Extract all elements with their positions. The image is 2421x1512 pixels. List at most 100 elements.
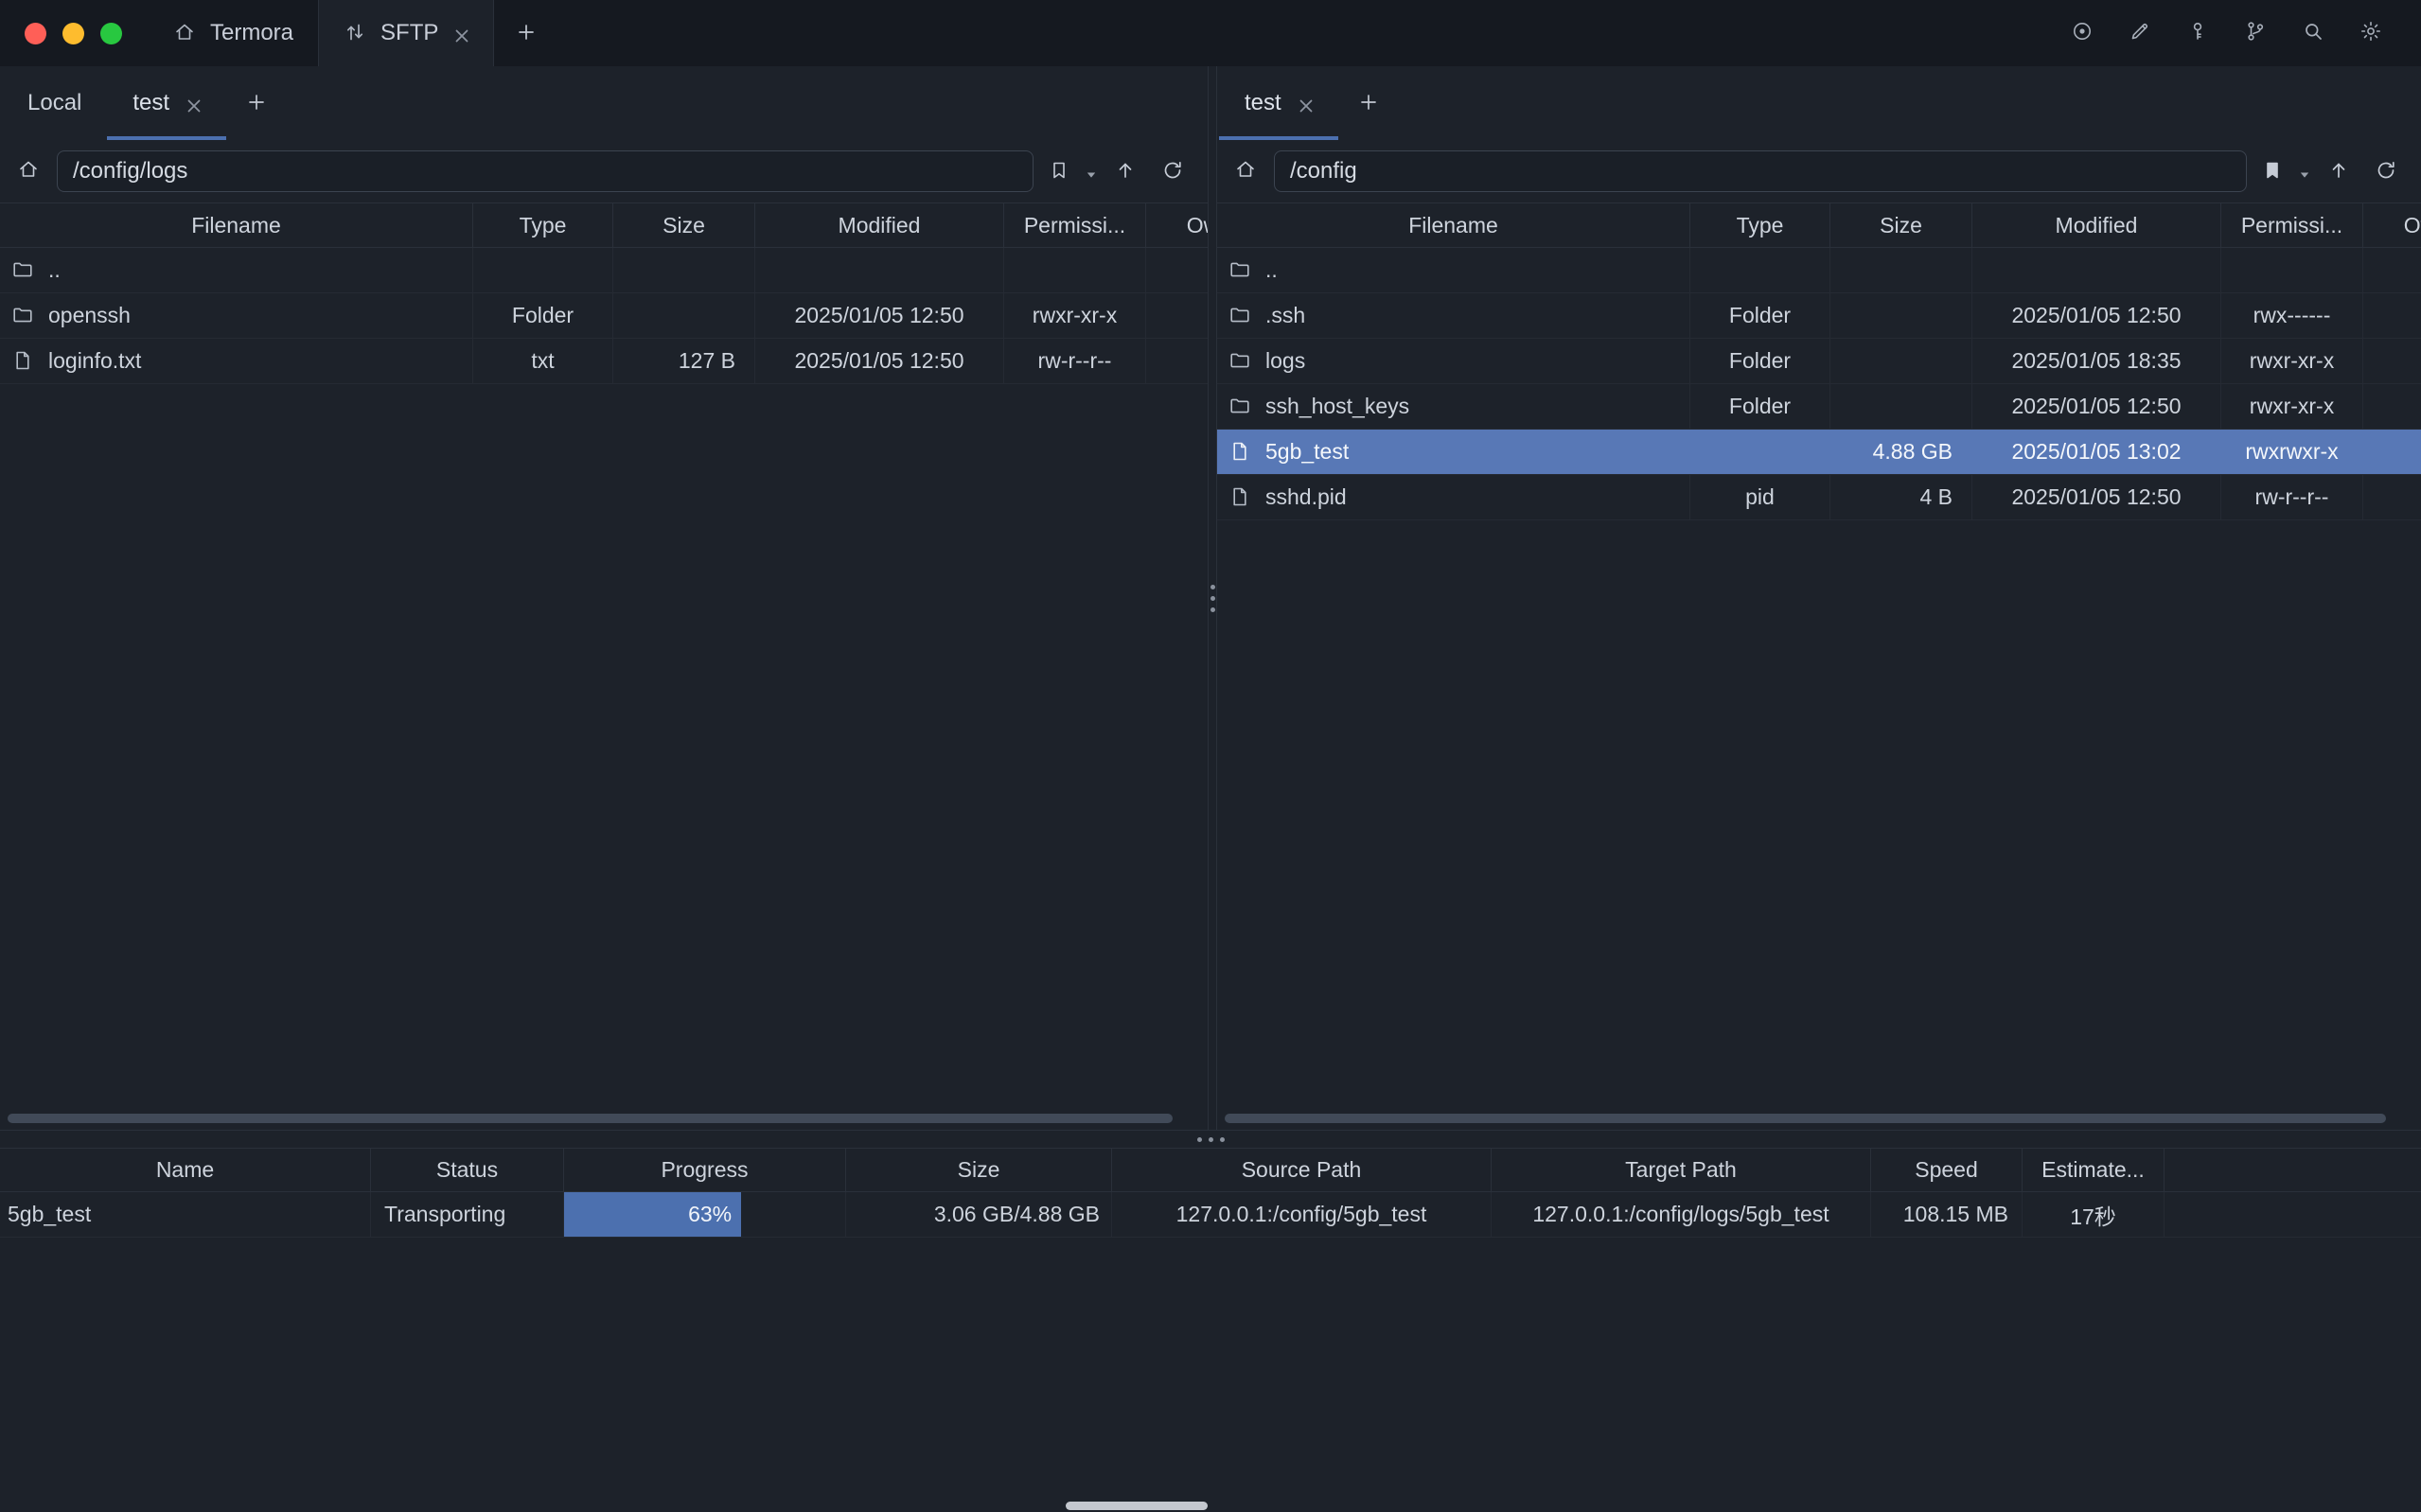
scrollbar-thumb[interactable] xyxy=(8,1114,1173,1123)
zoom-window-button[interactable] xyxy=(100,23,122,44)
sftp-split-view: Local test /config/logs xyxy=(0,66,2421,1130)
transfer-column-header-estimate[interactable]: Estimate... xyxy=(2023,1149,2165,1191)
column-header-permissi[interactable]: Permissi... xyxy=(1004,203,1146,247)
window-tab-termora[interactable]: Termora xyxy=(149,0,318,66)
filename-text: openssh xyxy=(48,303,131,328)
bookmark-button[interactable] xyxy=(1043,149,1077,193)
filename-cell: sshd.pid xyxy=(1217,475,1690,519)
file-row-sshd-pid[interactable]: sshd.pidpid4 B2025/01/05 12:50rw-r--r-- xyxy=(1217,475,2421,520)
permissions-cell: rwx------ xyxy=(2221,293,2363,338)
close-window-button[interactable] xyxy=(25,23,46,44)
bookmark-filled-icon xyxy=(2261,159,2287,185)
chevron-down-icon xyxy=(2293,164,2308,179)
gear-button[interactable] xyxy=(2359,20,2387,47)
parent-directory-button[interactable] xyxy=(2321,149,2359,193)
transfer-column-header-source-path[interactable]: Source Path xyxy=(1112,1149,1492,1191)
home-button[interactable] xyxy=(8,149,53,193)
column-header-filename[interactable]: Filename xyxy=(1217,203,1690,247)
owner-cell xyxy=(1146,293,1208,338)
key-button[interactable] xyxy=(2186,20,2214,47)
refresh-button[interactable] xyxy=(2368,149,2406,193)
path-input[interactable]: /config xyxy=(1274,150,2247,192)
column-header-modified[interactable]: Modified xyxy=(755,203,1004,247)
column-header-ow[interactable]: Ow xyxy=(2363,203,2421,247)
column-header-ow[interactable]: Ow xyxy=(1146,203,1208,247)
branch-button[interactable] xyxy=(2244,20,2271,47)
transfer-column-header-name[interactable]: Name xyxy=(0,1149,371,1191)
column-header-type[interactable]: Type xyxy=(1690,203,1830,247)
pane-tab-test[interactable]: test xyxy=(107,66,226,140)
refresh-button[interactable] xyxy=(1155,149,1193,193)
bookmark-dropdown-button[interactable] xyxy=(1077,149,1098,193)
search-button[interactable] xyxy=(2302,20,2329,47)
refresh-icon xyxy=(1161,159,1187,185)
horizontal-splitter[interactable] xyxy=(0,1130,2421,1149)
vertical-splitter[interactable] xyxy=(1208,66,1217,1130)
column-header-size[interactable]: Size xyxy=(1830,203,1972,247)
transfers-table-body: 5gb_testTransporting63%3.06 GB/4.88 GB12… xyxy=(0,1192,2421,1238)
column-header-modified[interactable]: Modified xyxy=(1972,203,2221,247)
filename-cell: openssh xyxy=(0,293,473,338)
folder-icon xyxy=(1228,258,1253,283)
traffic-lights xyxy=(0,0,149,66)
home-button[interactable] xyxy=(1225,149,1270,193)
left-table-body: ..opensshFolder2025/01/05 12:50rwxr-xr-x… xyxy=(0,248,1208,384)
new-tab-button[interactable] xyxy=(226,91,289,115)
transfer-column-header-status[interactable]: Status xyxy=(371,1149,564,1191)
transfer-column-header-speed[interactable]: Speed xyxy=(1871,1149,2023,1191)
path-input[interactable]: /config/logs xyxy=(57,150,1034,192)
owner-cell xyxy=(2363,475,2421,519)
file-row-item[interactable]: .. xyxy=(1217,248,2421,293)
permissions-cell: rwxr-xr-x xyxy=(1004,293,1146,338)
filename-cell: 5gb_test xyxy=(1217,430,1690,474)
filename-cell: loginfo.txt xyxy=(0,339,473,383)
type-cell: Folder xyxy=(1690,384,1830,429)
close-icon[interactable] xyxy=(183,95,201,113)
window-tab-sftp[interactable]: SFTP xyxy=(318,0,494,66)
column-header-type[interactable]: Type xyxy=(473,203,613,247)
transfer-estimate-cell: 17秒 xyxy=(2023,1192,2165,1237)
right-file-table: FilenameTypeSizeModifiedPermissi...Ow ..… xyxy=(1217,202,2421,1130)
file-row-ssh-host-keys[interactable]: ssh_host_keysFolder2025/01/05 12:50rwxr-… xyxy=(1217,384,2421,430)
tab-label: test xyxy=(133,90,169,116)
file-row-loginfo-txt[interactable]: loginfo.txttxt127 B2025/01/05 12:50rw-r-… xyxy=(0,339,1208,384)
file-row-logs[interactable]: logsFolder2025/01/05 18:35rwxr-xr-x xyxy=(1217,339,2421,384)
new-tab-button[interactable] xyxy=(1338,91,1401,115)
file-row-ssh[interactable]: .sshFolder2025/01/05 12:50rwx------ xyxy=(1217,293,2421,339)
transfers-panel: NameStatusProgressSizeSource PathTarget … xyxy=(0,1149,2421,1512)
file-row-openssh[interactable]: opensshFolder2025/01/05 12:50rwxr-xr-x xyxy=(0,293,1208,339)
permissions-cell: rw-r--r-- xyxy=(2221,475,2363,519)
close-icon[interactable] xyxy=(1295,95,1313,113)
transfer-column-header-size[interactable]: Size xyxy=(846,1149,1112,1191)
bottom-scrollbar-thumb[interactable] xyxy=(1066,1502,1208,1510)
bookmark-dropdown-button[interactable] xyxy=(2290,149,2311,193)
right-horizontal-scrollbar[interactable] xyxy=(1225,1114,2410,1123)
progress-bar: 63% xyxy=(564,1192,741,1237)
scrollbar-thumb[interactable] xyxy=(1225,1114,2386,1123)
pencil-button[interactable] xyxy=(2129,20,2156,47)
refresh-icon xyxy=(2375,159,2400,185)
transfer-column-header-progress[interactable]: Progress xyxy=(564,1149,846,1191)
column-header-filename[interactable]: Filename xyxy=(0,203,473,247)
record-button[interactable] xyxy=(2071,20,2098,47)
filename-cell: .ssh xyxy=(1217,293,1690,338)
permissions-cell xyxy=(1004,248,1146,292)
new-window-tab-button[interactable] xyxy=(494,0,560,66)
transfer-source-path-cell: 127.0.0.1:/config/5gb_test xyxy=(1112,1192,1492,1237)
transfer-row-5gb-test[interactable]: 5gb_testTransporting63%3.06 GB/4.88 GB12… xyxy=(0,1192,2421,1238)
parent-directory-button[interactable] xyxy=(1107,149,1145,193)
file-row-item[interactable]: .. xyxy=(0,248,1208,293)
home-icon xyxy=(17,158,44,185)
left-horizontal-scrollbar[interactable] xyxy=(8,1114,1196,1123)
transfers-table-header: NameStatusProgressSizeSource PathTarget … xyxy=(0,1149,2421,1192)
file-row-5gb-test[interactable]: 5gb_test4.88 GB2025/01/05 13:02rwxrwxr-x xyxy=(1217,430,2421,475)
column-header-permissi[interactable]: Permissi... xyxy=(2221,203,2363,247)
column-header-size[interactable]: Size xyxy=(613,203,755,247)
pane-tab-test[interactable]: test xyxy=(1219,66,1338,140)
close-icon[interactable] xyxy=(451,25,468,43)
transfer-status-cell: Transporting xyxy=(371,1192,564,1237)
bookmark-button[interactable] xyxy=(2256,149,2290,193)
pane-tab-local[interactable]: Local xyxy=(2,66,107,140)
minimize-window-button[interactable] xyxy=(62,23,84,44)
transfer-column-header-target-path[interactable]: Target Path xyxy=(1492,1149,1871,1191)
